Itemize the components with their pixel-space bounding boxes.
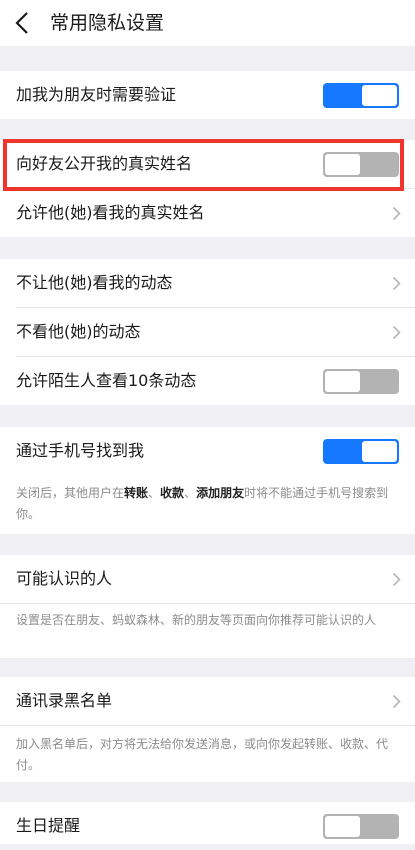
toggle-knob — [362, 85, 397, 106]
note-bold-receive: 收款 — [160, 486, 185, 500]
verify-friend-label: 加我为朋友时需要验证 — [16, 85, 177, 104]
stranger-view-10-label: 允许陌生人查看10条动态 — [16, 371, 197, 390]
allow-see-real-name-label: 允许他(她)看我的真实姓名 — [16, 203, 205, 222]
row-show-real-name: 向好友公开我的真实姓名 — [0, 140, 415, 188]
section-feed: 不让他(她)看我的动态 不看他(她)的动态 允许陌生人查看10条动态 — [0, 259, 415, 405]
find-by-phone-label: 通过手机号找到我 — [16, 441, 145, 460]
blacklist-note: 加入黑名单后，对方将无法给你发送消息，或向你发起转账、收款、代付。 — [16, 737, 389, 772]
section-blacklist: 通讯录黑名单 加入黑名单后，对方将无法给你发送消息，或向你发起转账、收款、代付。 — [0, 677, 415, 782]
note-sep: 、 — [148, 486, 161, 500]
blacklist-label: 通讯录黑名单 — [16, 691, 113, 710]
people-may-know-label: 可能认识的人 — [16, 569, 113, 588]
section-real-name: 向好友公开我的真实姓名 允许他(她)看我的真实姓名 — [0, 140, 415, 237]
toggle-knob — [325, 154, 360, 175]
note-sep: 、 — [184, 486, 197, 500]
divider — [0, 603, 415, 604]
page-title: 常用隐私设置 — [50, 12, 165, 34]
note-bold-transfer: 转账 — [124, 486, 149, 500]
section-birthday: 生日提醒 — [0, 802, 415, 844]
find-by-phone-toggle[interactable] — [323, 439, 399, 464]
chevron-right-icon — [392, 694, 401, 709]
chevron-right-icon — [392, 206, 401, 221]
find-by-phone-note: 关闭后，其他用户在转账、收款、添加朋友时将不能通过手机号搜索到你。 — [16, 483, 399, 525]
birthday-reminder-toggle[interactable] — [323, 814, 399, 839]
divider — [0, 725, 415, 726]
toggle-knob — [325, 816, 360, 837]
people-may-know-note: 设置是否在朋友、蚂蚁森林、新的朋友等页面向你推荐可能认识的人 — [16, 613, 377, 627]
show-real-name-label: 向好友公开我的真实姓名 — [16, 154, 193, 173]
birthday-reminder-label: 生日提醒 — [16, 816, 81, 835]
row-people-may-know[interactable]: 可能认识的人 — [0, 555, 415, 603]
hide-their-feed-label: 不看他(她)的动态 — [16, 322, 141, 341]
row-allow-see-real-name[interactable]: 允许他(她)看我的真实姓名 — [0, 189, 415, 237]
row-block-see-feed[interactable]: 不让他(她)看我的动态 — [0, 259, 415, 307]
verify-friend-toggle[interactable] — [323, 83, 399, 108]
section-verify: 加我为朋友时需要验证 — [0, 71, 415, 119]
chevron-right-icon — [392, 325, 401, 340]
toggle-knob — [325, 371, 360, 392]
back-chevron-icon[interactable] — [14, 11, 30, 35]
show-real-name-toggle[interactable] — [323, 152, 399, 177]
row-birthday-reminder: 生日提醒 — [0, 802, 415, 844]
toggle-knob — [362, 441, 397, 462]
section-people-may-know: 可能认识的人 设置是否在朋友、蚂蚁森林、新的朋友等页面向你推荐可能认识的人 — [0, 555, 415, 658]
block-see-feed-label: 不让他(她)看我的动态 — [16, 273, 173, 292]
note-bold-add-friend: 添加朋友 — [196, 486, 245, 500]
row-blacklist[interactable]: 通讯录黑名单 — [0, 677, 415, 725]
row-stranger-view-10: 允许陌生人查看10条动态 — [0, 357, 415, 405]
section-find-by-phone: 通过手机号找到我 关闭后，其他用户在转账、收款、添加朋友时将不能通过手机号搜索到… — [0, 427, 415, 534]
stranger-view-10-toggle[interactable] — [323, 369, 399, 394]
row-find-by-phone: 通过手机号找到我 — [0, 427, 415, 475]
row-hide-their-feed[interactable]: 不看他(她)的动态 — [0, 308, 415, 356]
row-verify-friend: 加我为朋友时需要验证 — [0, 71, 415, 119]
chevron-right-icon — [392, 572, 401, 587]
chevron-right-icon — [392, 276, 401, 291]
header: 常用隐私设置 — [0, 0, 415, 46]
note-text: 关闭后，其他用户在 — [16, 486, 125, 500]
